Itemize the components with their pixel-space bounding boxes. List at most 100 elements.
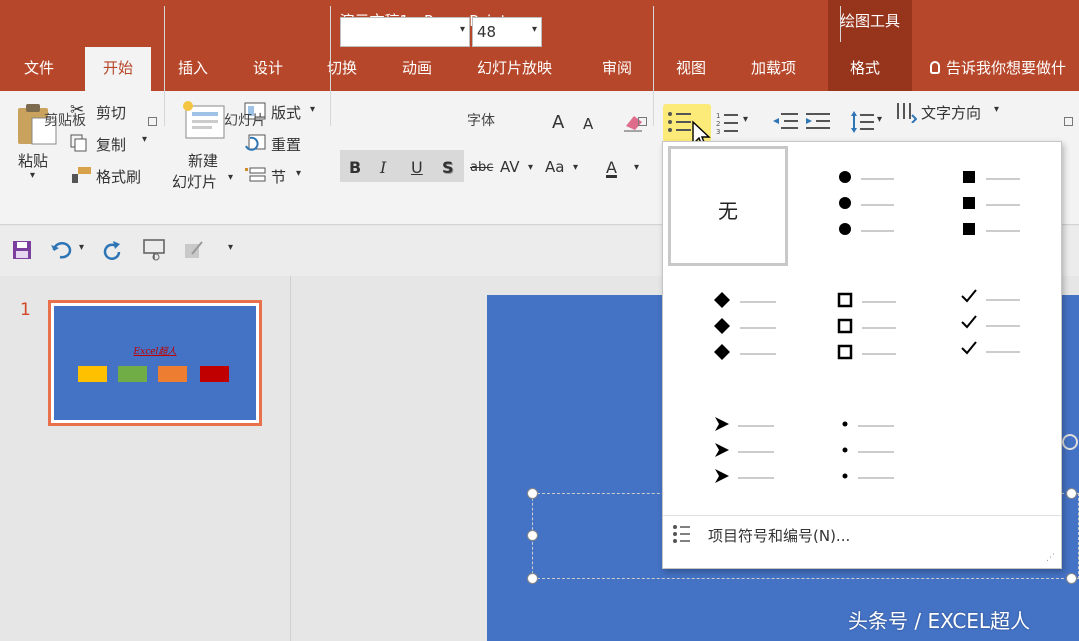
- group-divider: [164, 6, 165, 126]
- change-case-button[interactable]: Aa: [545, 158, 564, 176]
- bullet-option-hollow-square[interactable]: [836, 290, 898, 362]
- bullet-option-small-dot[interactable]: [838, 414, 898, 488]
- italic-button[interactable]: I: [380, 158, 386, 177]
- bullet-option-diamond[interactable]: [712, 290, 778, 362]
- bullets-numbering-icon: [673, 525, 690, 543]
- copy-dropdown-icon[interactable]: ▾: [142, 134, 147, 145]
- tell-me-box[interactable]: 告诉我你想要做什: [930, 57, 1066, 78]
- slide-thumbnail[interactable]: Excel超人: [48, 300, 262, 426]
- decrease-indent-icon[interactable]: [772, 111, 800, 133]
- cut-button[interactable]: 剪切: [96, 102, 126, 123]
- font-size-dropdown-icon[interactable]: ▾: [532, 24, 537, 35]
- thumbnail-canvas: Excel超人: [54, 306, 256, 420]
- change-case-dropdown-icon[interactable]: ▾: [573, 162, 578, 173]
- tab-addins[interactable]: 加载项: [751, 57, 796, 78]
- layout-button[interactable]: 版式: [271, 102, 301, 123]
- resize-handle[interactable]: [1066, 488, 1077, 499]
- present-from-start-icon[interactable]: [142, 238, 166, 262]
- font-color-button[interactable]: A: [606, 158, 617, 177]
- tab-format[interactable]: 格式: [850, 57, 880, 78]
- paste-dropdown-icon[interactable]: ▾: [30, 170, 35, 181]
- underline-button[interactable]: U: [411, 158, 423, 177]
- customize-qat-icon[interactable]: ▾: [228, 242, 233, 253]
- layout-dropdown-icon[interactable]: ▾: [310, 104, 315, 115]
- grow-font-button[interactable]: A: [552, 112, 564, 133]
- font-size-input[interactable]: 48 ▾: [472, 17, 542, 47]
- tab-home[interactable]: 开始: [85, 47, 152, 91]
- format-painter-button[interactable]: 格式刷: [96, 166, 141, 187]
- repeat-icon[interactable]: [100, 240, 122, 260]
- font-name-input[interactable]: ▾: [340, 17, 470, 47]
- clipboard-group-label: 剪贴板: [44, 113, 86, 129]
- bold-button[interactable]: B: [349, 158, 361, 177]
- touch-mode-icon[interactable]: [182, 238, 206, 262]
- copy-button[interactable]: 复制: [96, 134, 126, 155]
- shadow-button[interactable]: S: [442, 158, 454, 177]
- thumbnail-shape-3: [158, 366, 187, 382]
- resize-handle[interactable]: [527, 530, 538, 541]
- save-icon[interactable]: [12, 240, 32, 260]
- clipboard-dialog-launcher-icon[interactable]: [148, 117, 157, 126]
- tab-review[interactable]: 审阅: [602, 57, 632, 78]
- resize-handle[interactable]: [1066, 573, 1077, 584]
- svg-text:2: 2: [716, 120, 720, 128]
- font-name-dropdown-icon[interactable]: ▾: [460, 24, 465, 35]
- undo-icon[interactable]: [50, 240, 72, 260]
- increase-indent-icon[interactable]: [804, 111, 832, 133]
- section-button[interactable]: 节: [271, 166, 286, 187]
- thumbnail-shape-4: [200, 366, 229, 382]
- new-slide-dropdown-icon[interactable]: ▾: [228, 172, 233, 183]
- group-divider: [840, 6, 841, 42]
- bullet-option-none[interactable]: 无: [668, 146, 788, 266]
- thumbnail-shape-2: [118, 366, 147, 382]
- bullet-option-arrow[interactable]: [712, 414, 776, 488]
- svg-text:3: 3: [716, 128, 720, 136]
- paragraph-dialog-launcher-icon[interactable]: [1064, 117, 1073, 126]
- font-size-value: 48: [477, 23, 497, 41]
- font-dialog-launcher-icon[interactable]: [638, 117, 647, 126]
- new-slide-label-2[interactable]: 幻灯片: [172, 171, 217, 192]
- font-color-dropdown-icon[interactable]: ▾: [634, 162, 639, 173]
- resize-handle[interactable]: [527, 573, 538, 584]
- char-spacing-button[interactable]: AV: [500, 158, 520, 176]
- reset-icon[interactable]: [244, 134, 266, 152]
- rotate-handle-icon[interactable]: [1062, 434, 1078, 450]
- section-icon[interactable]: [244, 166, 266, 184]
- bullets-and-numbering-link[interactable]: 项目符号和编号(N)...: [708, 525, 850, 546]
- text-direction-icon[interactable]: [895, 101, 917, 123]
- copy-icon[interactable]: [70, 134, 88, 152]
- tab-view[interactable]: 视图: [676, 57, 706, 78]
- numbering-dropdown-icon[interactable]: ▾: [743, 114, 748, 125]
- resize-grip-icon[interactable]: ⋰: [1046, 553, 1055, 563]
- group-divider: [653, 6, 654, 126]
- numbering-button-icon[interactable]: 123: [716, 110, 742, 136]
- tell-me-text: 告诉我你想要做什: [946, 59, 1067, 77]
- bullet-option-check[interactable]: [960, 288, 1022, 360]
- new-slide-icon[interactable]: [180, 100, 226, 142]
- tab-file[interactable]: 文件: [24, 57, 54, 78]
- bullet-option-filled-round[interactable]: [836, 168, 896, 238]
- strikethrough-button[interactable]: abc: [470, 160, 493, 175]
- tab-transitions[interactable]: 切换: [327, 57, 357, 78]
- section-dropdown-icon[interactable]: ▾: [296, 168, 301, 179]
- paste-label[interactable]: 粘贴: [18, 150, 48, 171]
- tab-animations[interactable]: 动画: [402, 57, 432, 78]
- line-spacing-dropdown-icon[interactable]: ▾: [877, 114, 882, 125]
- reset-button[interactable]: 重置: [271, 134, 301, 155]
- new-slide-label-1[interactable]: 新建: [188, 150, 218, 171]
- slide-number: 1: [20, 300, 31, 320]
- format-painter-icon[interactable]: [70, 166, 92, 184]
- char-spacing-dropdown-icon[interactable]: ▾: [528, 162, 533, 173]
- gallery-divider: [663, 515, 1061, 516]
- shrink-font-button[interactable]: A: [583, 115, 593, 133]
- resize-handle[interactable]: [527, 488, 538, 499]
- text-direction-dropdown-icon[interactable]: ▾: [994, 104, 999, 115]
- tab-slideshow[interactable]: 幻灯片放映: [477, 57, 552, 78]
- line-spacing-icon[interactable]: [850, 110, 876, 136]
- tab-insert[interactable]: 插入: [178, 57, 208, 78]
- bullet-option-filled-square[interactable]: [960, 168, 1022, 238]
- font-group-label: 字体: [467, 113, 495, 129]
- undo-dropdown-icon[interactable]: ▾: [79, 242, 84, 253]
- tab-design[interactable]: 设计: [253, 57, 283, 78]
- text-direction-button[interactable]: 文字方向: [921, 102, 981, 123]
